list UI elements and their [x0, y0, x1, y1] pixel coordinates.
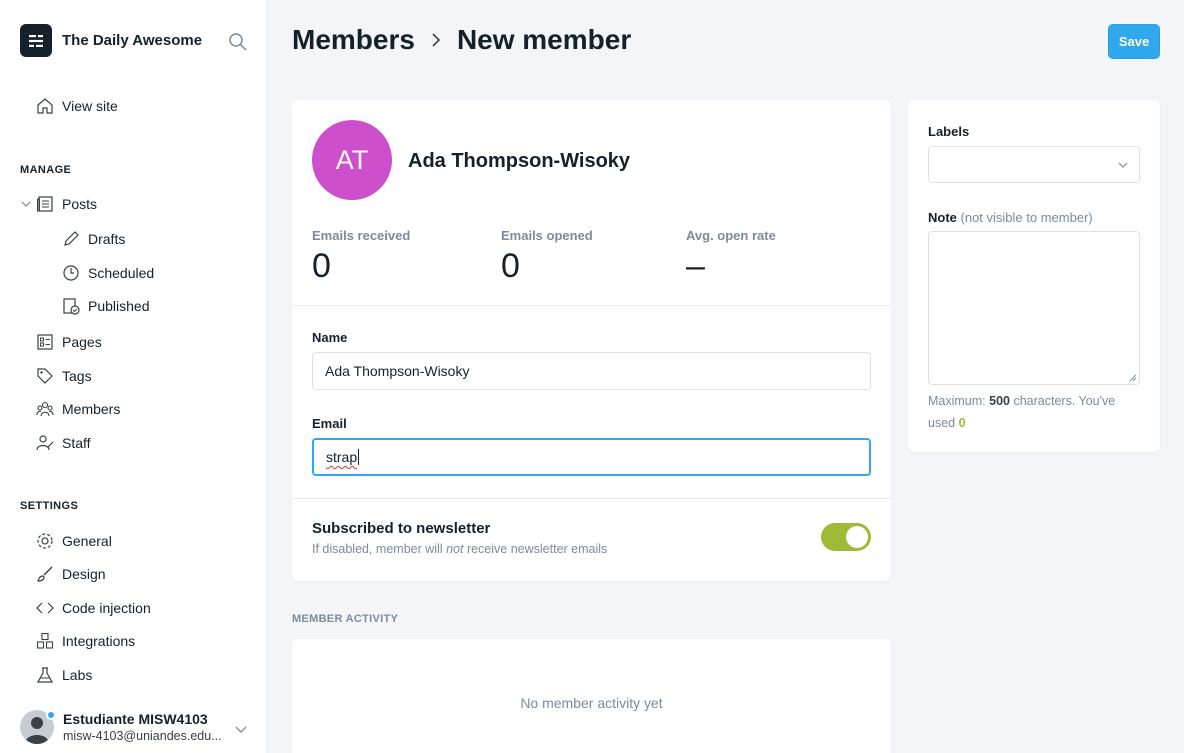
pencil-icon — [64, 231, 79, 246]
sidebar-item-scheduled[interactable]: Scheduled — [62, 263, 154, 283]
gear-icon — [37, 533, 53, 549]
note-label: Note (not visible to member) — [928, 210, 1093, 225]
stat-label: Emails opened — [501, 228, 593, 243]
member-side-card: Labels Note (not visible to member) Maxi… — [908, 100, 1160, 452]
text-caret — [358, 449, 360, 465]
user-email: misw-4103@uniandes.edu... — [63, 729, 222, 743]
divider — [292, 498, 891, 499]
flask-icon — [36, 667, 54, 683]
sidebar-item-label: Labs — [62, 667, 93, 683]
member-activity-heading: MEMBER ACTIVITY — [292, 613, 399, 625]
stat-value: 0 — [312, 247, 331, 285]
newsletter-toggle[interactable] — [821, 523, 871, 551]
search-icon[interactable] — [228, 32, 248, 52]
sidebar-item-label: Pages — [62, 334, 102, 350]
stat-value: 0 — [501, 247, 520, 285]
chevron-down-icon[interactable] — [20, 198, 32, 210]
stat-emails-received: Emails received 0 — [312, 228, 410, 286]
email-field[interactable]: strap — [312, 438, 871, 476]
user-menu[interactable]: Estudiante MISW4103 misw-4103@uniandes.e… — [20, 710, 250, 744]
email-label: Email — [312, 416, 347, 431]
sidebar-item-integrations[interactable]: Integrations — [36, 631, 135, 651]
brand[interactable]: The Daily Awesome — [20, 24, 202, 57]
integrations-icon — [36, 632, 54, 649]
status-dot — [46, 710, 56, 720]
empty-activity-message: No member activity yet — [520, 695, 663, 711]
newsletter-description: If disabled, member will not receive new… — [312, 542, 608, 556]
ghost-logo-icon — [29, 34, 43, 47]
sidebar-item-members[interactable]: Members — [36, 399, 120, 419]
stat-label: Avg. open rate — [686, 228, 776, 243]
member-details-card: AT Ada Thompson-Wisoky Emails received 0… — [292, 100, 891, 581]
sidebar: The Daily Awesome View site MANAGE Posts… — [0, 0, 267, 753]
staff-icon — [36, 435, 54, 451]
name-label: Name — [312, 330, 348, 345]
sidebar-item-label: Scheduled — [88, 265, 155, 281]
chevron-down-icon — [1118, 162, 1128, 168]
page-title: New member — [456, 24, 632, 55]
sidebar-item-code-injection[interactable]: Code injection — [36, 598, 151, 618]
note-textarea[interactable] — [928, 231, 1140, 385]
tag-icon — [37, 368, 53, 384]
brush-icon — [37, 566, 53, 582]
member-activity-card: No member activity yet — [292, 639, 891, 753]
member-name: Ada Thompson-Wisoky — [408, 150, 631, 172]
manage-heading: MANAGE — [20, 164, 72, 176]
stat-emails-opened: Emails opened 0 — [501, 228, 593, 286]
sidebar-item-label: Integrations — [62, 633, 136, 649]
name-field-value: Ada Thompson-Wisoky — [325, 363, 470, 379]
published-icon — [63, 298, 80, 315]
sidebar-item-label: Published — [88, 298, 150, 314]
sidebar-item-label: Members — [62, 401, 121, 417]
divider — [292, 305, 891, 306]
clock-icon — [63, 265, 79, 281]
brand-logo — [20, 24, 52, 57]
labels-label: Labels — [928, 124, 970, 139]
sidebar-item-published[interactable]: Published — [62, 296, 150, 316]
member-avatar: AT — [312, 120, 392, 200]
sidebar-item-label: General — [62, 533, 112, 549]
name-field[interactable]: Ada Thompson-Wisoky — [312, 352, 871, 390]
sidebar-item-drafts[interactable]: Drafts — [62, 229, 125, 249]
note-char-count: Maximum: 500 characters. You've used 0 — [928, 394, 1116, 430]
code-icon — [36, 602, 54, 614]
sidebar-item-label: Design — [62, 566, 106, 582]
stat-avg-open-rate: Avg. open rate – — [686, 228, 776, 286]
brand-name: The Daily Awesome — [62, 32, 203, 49]
chevron-down-icon[interactable] — [234, 722, 248, 736]
sidebar-item-tags[interactable]: Tags — [36, 366, 92, 386]
sidebar-item-view-site[interactable]: View site — [36, 96, 118, 116]
sidebar-item-label: View site — [62, 98, 118, 114]
sidebar-item-label: Tags — [62, 368, 92, 384]
user-name: Estudiante MISW4103 — [63, 711, 208, 727]
sidebar-item-labs[interactable]: Labs — [36, 665, 92, 685]
stat-value: – — [686, 247, 705, 285]
sidebar-item-posts[interactable]: Posts — [36, 194, 97, 214]
pages-icon — [37, 334, 53, 350]
breadcrumb-members-link[interactable]: Members — [292, 24, 415, 56]
labels-select[interactable] — [928, 146, 1140, 183]
home-icon — [37, 98, 53, 114]
sidebar-item-design[interactable]: Design — [36, 564, 106, 584]
settings-heading: SETTINGS — [20, 500, 79, 512]
sidebar-item-staff[interactable]: Staff — [36, 433, 91, 453]
chevron-right-icon — [432, 33, 441, 47]
sidebar-item-label: Staff — [62, 435, 91, 451]
save-button[interactable]: Save — [1108, 24, 1160, 59]
email-field-value: strap — [326, 449, 358, 465]
posts-icon — [37, 196, 53, 212]
breadcrumb: Members New member — [292, 24, 631, 56]
newsletter-title: Subscribed to newsletter — [312, 520, 491, 537]
sidebar-item-label: Posts — [62, 196, 98, 212]
sidebar-item-label: Drafts — [88, 231, 126, 247]
toggle-knob — [846, 526, 868, 548]
sidebar-item-pages[interactable]: Pages — [36, 332, 102, 352]
members-icon — [36, 401, 54, 417]
stat-label: Emails received — [312, 228, 411, 243]
sidebar-item-general[interactable]: General — [36, 531, 112, 551]
resize-handle-icon[interactable] — [1129, 374, 1137, 382]
sidebar-item-label: Code injection — [62, 600, 151, 616]
